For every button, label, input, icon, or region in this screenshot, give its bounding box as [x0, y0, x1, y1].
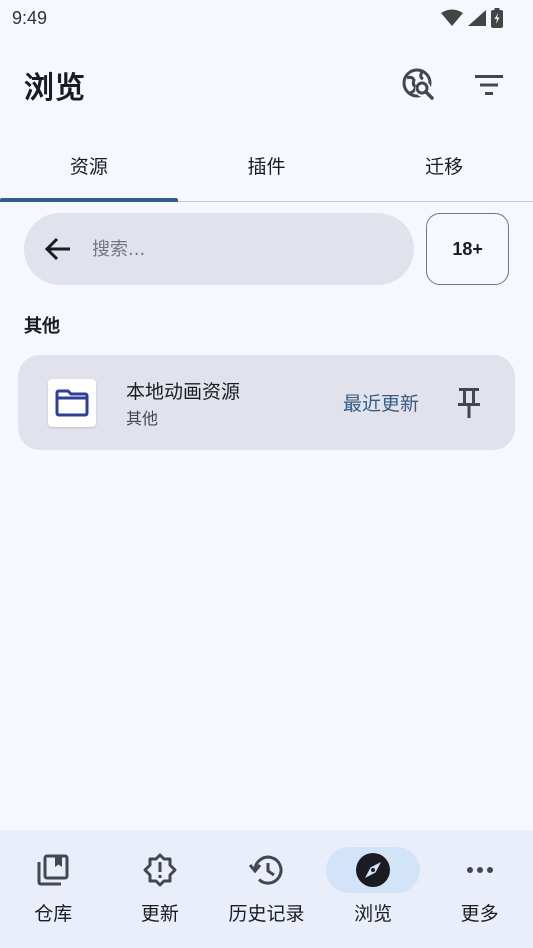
bottom-navigation: 仓库 更新 历史记录 浏览 更多 [0, 830, 533, 948]
library-icon [37, 854, 69, 886]
tab-sources[interactable]: 资源 [0, 130, 178, 202]
nsfw-toggle-button[interactable]: 18+ [426, 213, 509, 285]
nav-history-label: 历史记录 [228, 903, 305, 925]
explore-icon [356, 853, 391, 887]
nav-library[interactable]: 仓库 [0, 830, 107, 948]
source-icon [48, 378, 96, 427]
pin-icon [458, 387, 480, 418]
nav-more[interactable]: 更多 [426, 830, 533, 948]
search-row: 18+ [24, 213, 509, 285]
travel-explore-icon [402, 68, 434, 100]
source-language: 其他 [126, 408, 159, 428]
nav-more-label: 更多 [460, 903, 499, 925]
nav-browse-label: 浏览 [354, 903, 393, 925]
tab-migrate[interactable]: 迁移 [355, 130, 533, 201]
global-search-button[interactable] [399, 65, 439, 105]
wifi-icon [441, 9, 463, 26]
nav-history[interactable]: 历史记录 [213, 830, 320, 948]
folder-icon [55, 389, 89, 416]
status-time: 9:49 [12, 7, 48, 28]
page-title: 浏览 [24, 71, 86, 106]
history-icon [249, 855, 283, 885]
battery-icon [491, 8, 503, 28]
search-box [24, 213, 415, 285]
more-icon [466, 867, 493, 873]
tab-extensions[interactable]: 插件 [178, 130, 356, 201]
status-icons [441, 8, 503, 28]
filter-button[interactable] [469, 65, 509, 105]
filter-icon [475, 75, 503, 95]
source-name: 本地动画资源 [126, 380, 241, 403]
tab-bar: 资源 插件 迁移 [0, 130, 533, 202]
pin-button[interactable] [453, 383, 485, 423]
nav-library-label: 仓库 [34, 903, 73, 925]
nav-browse[interactable]: 浏览 [320, 830, 427, 948]
updates-icon [143, 853, 177, 887]
latest-button[interactable]: 最近更新 [343, 389, 419, 416]
nav-updates[interactable]: 更新 [107, 830, 214, 948]
app-bar: 浏览 [0, 52, 533, 118]
back-arrow-icon[interactable] [44, 237, 72, 261]
section-header: 其他 [24, 316, 60, 337]
source-item[interactable]: 本地动画资源 其他 最近更新 [18, 355, 515, 450]
signal-icon [468, 10, 486, 26]
status-bar: 9:49 [0, 0, 533, 36]
search-input[interactable] [92, 238, 372, 260]
nav-updates-label: 更新 [140, 903, 179, 925]
